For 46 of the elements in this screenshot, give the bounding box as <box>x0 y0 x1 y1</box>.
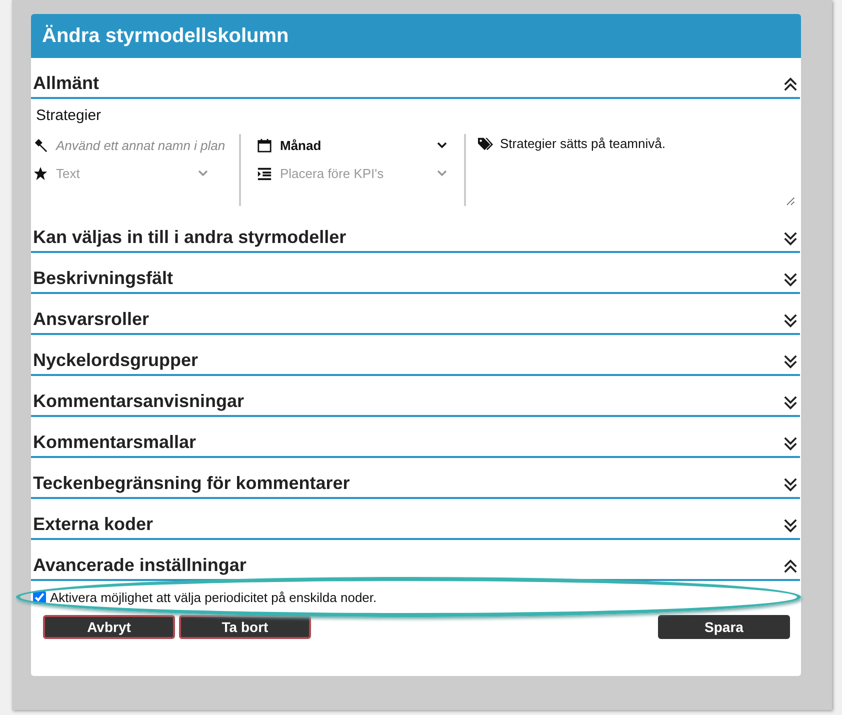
section-header[interactable]: Teckenbegränsning för kommentarer <box>31 458 800 499</box>
save-button[interactable]: Spara <box>658 615 790 639</box>
expand-icon[interactable] <box>783 477 798 492</box>
section-title: Ansvarsroller <box>33 309 150 330</box>
section-title: Beskrivningsfält <box>33 268 174 289</box>
caret-icon <box>437 140 447 150</box>
section-header[interactable]: Allmänt <box>31 58 800 99</box>
section-header[interactable]: Beskrivningsfält <box>31 253 800 294</box>
collapse-icon[interactable] <box>783 559 798 574</box>
section-header[interactable]: Nyckelordsgrupper <box>31 335 800 376</box>
expand-icon[interactable] <box>783 231 798 246</box>
expand-icon[interactable] <box>783 395 798 410</box>
indent-icon <box>257 166 272 180</box>
checkbox-label: Aktivera möjlighet att välja periodicitet på enskilda noder. <box>50 590 377 604</box>
caret-icon <box>198 168 208 178</box>
expand-icon[interactable] <box>783 518 798 533</box>
section-header[interactable]: Kan väljas in till i andra styrmodeller <box>31 212 800 253</box>
expand-icon[interactable] <box>783 354 798 369</box>
collapse-icon[interactable] <box>783 77 798 92</box>
section-header[interactable]: Kommentarsanvisningar <box>31 376 800 417</box>
section-header[interactable]: Externa koder <box>31 499 800 540</box>
tags-icon <box>477 136 494 151</box>
star-icon <box>33 166 48 180</box>
checkbox[interactable] <box>33 590 46 604</box>
period-select[interactable]: Månad <box>280 138 455 152</box>
section-title: Externa koder <box>33 514 154 535</box>
expand-icon[interactable] <box>783 436 798 451</box>
calendar-icon <box>257 138 272 152</box>
section-title: Kan väljas in till i andra styrmodeller <box>33 227 346 248</box>
section-title: Avancerade inställningar <box>33 555 246 576</box>
gavel-icon <box>33 138 48 152</box>
alt-name-field[interactable]: Använd ett annat namn i plan <box>56 138 226 152</box>
delete-button[interactable]: Ta bort <box>179 615 311 639</box>
expand-icon[interactable] <box>783 313 798 328</box>
cancel-button[interactable]: Avbryt <box>43 615 175 639</box>
section-title: Kommentarsmallar <box>33 432 196 453</box>
section-title: Nyckelordsgrupper <box>33 350 198 371</box>
section-header[interactable]: Kommentarsmallar <box>31 417 800 458</box>
section-header[interactable]: Avancerade inställningar <box>31 540 800 581</box>
dialog-title: Ändra styrmodellskolumn <box>31 14 801 58</box>
section-title: Allmänt <box>33 73 100 94</box>
section-title: Teckenbegränsning för kommentarer <box>33 473 350 494</box>
section-header[interactable]: Ansvarsroller <box>31 294 800 335</box>
expand-icon[interactable] <box>783 272 798 287</box>
section-title: Kommentarsanvisningar <box>33 391 244 412</box>
caret-icon <box>437 168 447 178</box>
